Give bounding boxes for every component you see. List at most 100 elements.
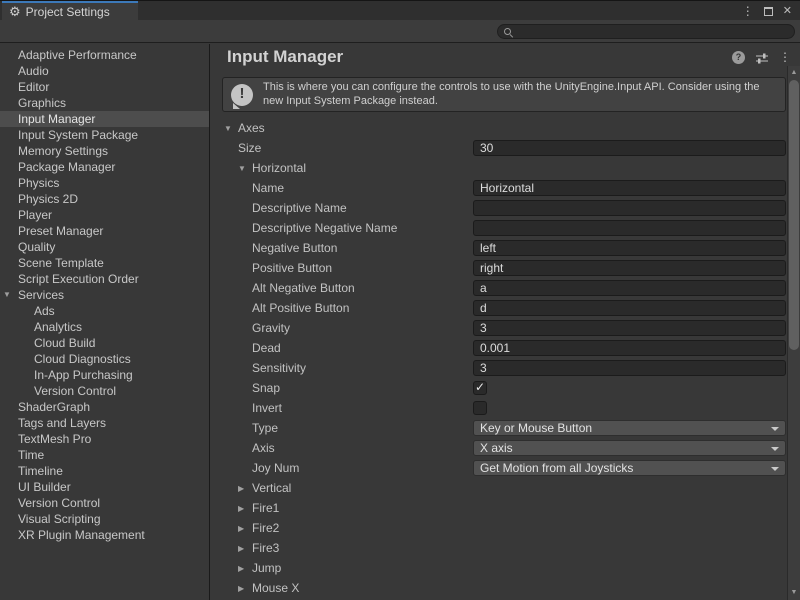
property-label: Negative Button	[252, 241, 337, 255]
checkbox-invert[interactable]	[473, 401, 487, 415]
sidebar-item-package-manager[interactable]: Package Manager	[0, 159, 209, 175]
dropdown-joy-num[interactable]: Get Motion from all Joysticks	[473, 460, 786, 476]
text-field-alt-negative-button[interactable]: a	[473, 280, 786, 296]
checkbox-snap[interactable]: ✓	[473, 381, 487, 395]
property-label: Jump	[252, 561, 281, 575]
sidebar-item-shadergraph[interactable]: ShaderGraph	[0, 399, 209, 415]
sidebar-item-cloud-diagnostics[interactable]: Cloud Diagnostics	[0, 351, 209, 367]
sidebar-item-analytics[interactable]: Analytics	[0, 319, 209, 335]
sidebar-item-graphics[interactable]: Graphics	[0, 95, 209, 111]
property-label: Snap	[252, 381, 280, 395]
sidebar-item-physics[interactable]: Physics	[0, 175, 209, 191]
sidebar-item-time[interactable]: Time	[0, 447, 209, 463]
sidebar-item-quality[interactable]: Quality	[0, 239, 209, 255]
sidebar-item-textmesh-pro[interactable]: TextMesh Pro	[0, 431, 209, 447]
foldout-closed-icon[interactable]: ▶	[238, 544, 252, 553]
scroll-down-icon[interactable]: ▼	[788, 589, 800, 596]
sidebar-item-audio[interactable]: Audio	[0, 63, 209, 79]
sidebar-item-label: Cloud Diagnostics	[34, 352, 131, 366]
sidebar-item-ads[interactable]: Ads	[0, 303, 209, 319]
text-field-positive-button[interactable]: right	[473, 260, 786, 276]
foldout-open-icon[interactable]: ▼	[238, 164, 252, 173]
search-input[interactable]	[516, 25, 786, 38]
text-field-gravity[interactable]: 3	[473, 320, 786, 336]
property-label: Vertical	[252, 481, 291, 495]
sidebar-item-xr-plugin-management[interactable]: XR Plugin Management	[0, 527, 209, 543]
sidebar-item-ui-builder[interactable]: UI Builder	[0, 479, 209, 495]
sidebar-item-input-manager[interactable]: Input Manager	[0, 111, 209, 127]
sidebar-item-label: In-App Purchasing	[34, 368, 133, 382]
foldout-open-icon[interactable]: ▼	[224, 124, 238, 133]
text-field-size[interactable]: 30	[473, 140, 786, 156]
foldout-closed-icon[interactable]: ▶	[238, 564, 252, 573]
sidebar-item-physics-2d[interactable]: Physics 2D	[0, 191, 209, 207]
property-row-alt-positive-button: Alt Positive Buttond	[211, 298, 786, 318]
foldout-closed-icon[interactable]: ▶	[238, 524, 252, 533]
sidebar-item-version-control[interactable]: Version Control	[0, 383, 209, 399]
text-field-negative-button[interactable]: left	[473, 240, 786, 256]
sidebar-item-label: Tags and Layers	[18, 416, 106, 430]
text-field-descriptive-negative-name[interactable]	[473, 220, 786, 236]
more-options-icon[interactable]: ⋮	[779, 51, 791, 64]
property-label: Axis	[252, 441, 275, 455]
sidebar-item-tags-and-layers[interactable]: Tags and Layers	[0, 415, 209, 431]
search-box[interactable]	[497, 24, 795, 39]
search-icon	[504, 28, 513, 37]
sidebar-item-script-execution-order[interactable]: Script Execution Order	[0, 271, 209, 287]
sidebar-item-scene-template[interactable]: Scene Template	[0, 255, 209, 271]
sidebar-item-cloud-build[interactable]: Cloud Build	[0, 335, 209, 351]
check-icon: ✓	[475, 380, 485, 394]
dropdown-value: Get Motion from all Joysticks	[480, 461, 633, 475]
vertical-scrollbar[interactable]: ▲ ▼	[787, 66, 800, 600]
sidebar-item-input-system-package[interactable]: Input System Package	[0, 127, 209, 143]
scrollbar-thumb[interactable]	[789, 80, 799, 350]
property-row-fire3: ▶Fire3	[211, 538, 786, 558]
tab-project-settings[interactable]: ⚙ Project Settings	[2, 1, 138, 21]
property-row-gravity: Gravity3	[211, 318, 786, 338]
foldout-closed-icon[interactable]: ▶	[238, 484, 252, 493]
sidebar-item-label: Ads	[34, 304, 55, 318]
property-label: Size	[238, 141, 261, 155]
sidebar-item-memory-settings[interactable]: Memory Settings	[0, 143, 209, 159]
sidebar-item-visual-scripting[interactable]: Visual Scripting	[0, 511, 209, 527]
property-row-snap: Snap ✓	[211, 378, 786, 398]
sidebar-item-label: Audio	[18, 64, 49, 78]
info-icon: !	[231, 84, 253, 106]
sidebar-item-player[interactable]: Player	[0, 207, 209, 223]
window-menu-icon[interactable]: ⋮	[742, 4, 754, 18]
foldout-open-icon[interactable]: ▼	[3, 287, 11, 303]
text-field-sensitivity[interactable]: 3	[473, 360, 786, 376]
sidebar-item-services[interactable]: ▼ Services	[0, 287, 209, 303]
sidebar-item-timeline[interactable]: Timeline	[0, 463, 209, 479]
text-field-dead[interactable]: 0.001	[473, 340, 786, 356]
presets-icon[interactable]	[755, 52, 769, 64]
scroll-up-icon[interactable]: ▲	[788, 69, 800, 76]
sidebar-item-editor[interactable]: Editor	[0, 79, 209, 95]
tab-bar: ⚙ Project Settings ⋮ ✕	[0, 0, 800, 20]
text-field-alt-positive-button[interactable]: d	[473, 300, 786, 316]
help-icon[interactable]: ?	[732, 51, 745, 64]
text-field-descriptive-name[interactable]	[473, 200, 786, 216]
text-field-name[interactable]: Horizontal	[473, 180, 786, 196]
sidebar-item-label: Scene Template	[18, 256, 104, 270]
property-label: Fire1	[252, 501, 279, 515]
sidebar-item-label: Preset Manager	[18, 224, 103, 238]
sidebar-item-label: Graphics	[18, 96, 66, 110]
dropdown-axis[interactable]: X axis	[473, 440, 786, 456]
foldout-closed-icon[interactable]: ▶	[238, 584, 252, 593]
sidebar-item-adaptive-performance[interactable]: Adaptive Performance	[0, 47, 209, 63]
sidebar-item-version-control[interactable]: Version Control	[0, 495, 209, 511]
sidebar-item-label: Time	[18, 448, 44, 462]
property-row-vertical: ▶Vertical	[211, 478, 786, 498]
property-row-invert: Invert	[211, 398, 786, 418]
maximize-icon[interactable]	[764, 7, 773, 16]
sidebar-item-label: Script Execution Order	[18, 272, 139, 286]
sidebar-item-preset-manager[interactable]: Preset Manager	[0, 223, 209, 239]
sidebar-item-label: Services	[18, 288, 64, 302]
foldout-closed-icon[interactable]: ▶	[238, 504, 252, 513]
close-icon[interactable]: ✕	[783, 4, 792, 18]
dropdown-type[interactable]: Key or Mouse Button	[473, 420, 786, 436]
property-row-axis: Axis X axis	[211, 438, 786, 458]
sidebar-item-in-app-purchasing[interactable]: In-App Purchasing	[0, 367, 209, 383]
property-label: Invert	[252, 401, 282, 415]
